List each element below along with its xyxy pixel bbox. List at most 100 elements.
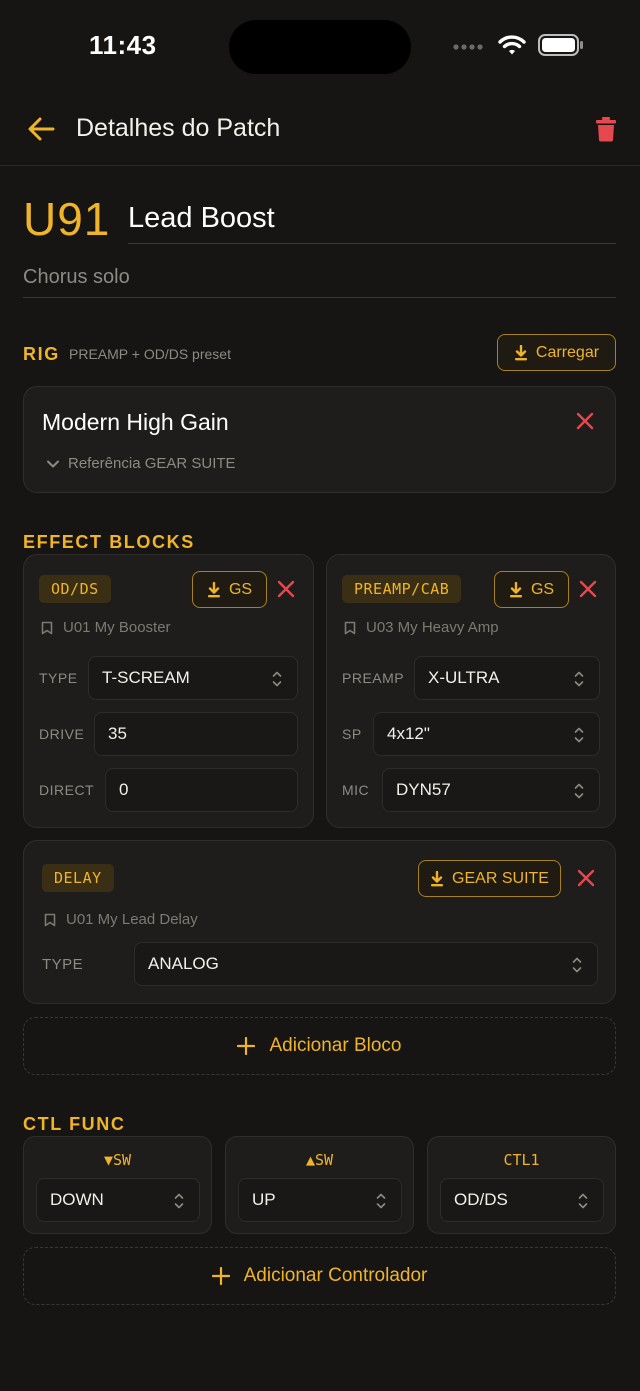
block-tag: PREAMP/CAB <box>342 575 462 603</box>
close-icon <box>277 580 295 598</box>
add-controller-label: Adicionar Controlador <box>243 1265 428 1286</box>
patch-id: U91 <box>23 193 111 245</box>
type-value: T-SCREAM <box>102 668 190 687</box>
wifi-icon <box>498 34 526 61</box>
block-tag: OD/DS <box>39 575 111 603</box>
status-bar: 11:43 <box>0 0 640 96</box>
rig-section-title: RIG <box>23 344 60 364</box>
cellular-signal-icon <box>452 38 486 56</box>
load-rig-button[interactable]: Carregar <box>497 334 616 371</box>
delay-type-value: ANALOG <box>148 954 219 973</box>
bookmark-icon <box>44 913 56 926</box>
chevron-up-down-icon <box>574 671 584 687</box>
gs-load-label: GS <box>228 580 253 598</box>
drive-value: 35 <box>108 724 127 743</box>
direct-value: 0 <box>119 780 129 799</box>
direct-input[interactable]: 0 <box>105 768 298 812</box>
block-preset-name: U01 My Lead Delay <box>66 911 198 928</box>
battery-icon <box>538 33 584 61</box>
chevron-up-down-icon <box>376 1193 386 1209</box>
rig-name: Modern High Gain <box>42 409 229 435</box>
ctl-func-title: CTL FUNC <box>23 1114 126 1134</box>
effect-block-preamp-cab: PREAMP/CAB GS U03 My Heavy Amp PREAMP X-… <box>326 554 616 828</box>
plus-icon <box>211 1267 230 1285</box>
ctl-label: ▲SW <box>305 1151 334 1169</box>
block-preset-name: U01 My Booster <box>63 619 171 636</box>
status-icons <box>452 33 584 61</box>
close-icon <box>577 869 595 887</box>
ctl-label: CTL1 <box>503 1151 540 1169</box>
delete-patch-button[interactable] <box>592 112 620 146</box>
plus-icon <box>237 1037 256 1055</box>
speaker-select[interactable]: 4x12" <box>373 712 600 756</box>
gs-load-button[interactable]: GS <box>192 571 267 608</box>
dynamic-island <box>229 20 411 74</box>
mic-value: DYN57 <box>396 780 451 799</box>
rig-reference-label: Referência GEAR SUITE <box>68 455 236 472</box>
chevron-up-down-icon <box>174 1193 184 1209</box>
chevron-up-down-icon <box>578 1193 588 1209</box>
download-icon <box>509 581 522 597</box>
ctl-down-select[interactable]: DOWN <box>36 1178 200 1222</box>
add-block-button[interactable]: Adicionar Bloco <box>23 1017 616 1075</box>
rig-reference-toggle[interactable]: Referência GEAR SUITE <box>46 455 236 472</box>
gs-load-button[interactable]: GS <box>494 571 569 608</box>
page-title: Detalhes do Patch <box>76 114 281 142</box>
speaker-value: 4x12" <box>387 724 430 743</box>
block-preset: U03 My Heavy Amp <box>344 619 499 636</box>
delay-type-select[interactable]: ANALOG <box>134 942 598 986</box>
remove-block-button[interactable] <box>574 866 598 890</box>
add-controller-button[interactable]: Adicionar Controlador <box>23 1247 616 1305</box>
gs-load-label: GS <box>530 580 555 598</box>
remove-block-button[interactable] <box>576 577 600 601</box>
ctl-up-select[interactable]: UP <box>238 1178 402 1222</box>
rig-card: Modern High Gain Referência GEAR SUITE <box>23 386 616 493</box>
chevron-up-down-icon <box>574 783 584 799</box>
gear-suite-load-button[interactable]: GEAR SUITE <box>418 860 561 897</box>
trash-icon <box>596 117 616 142</box>
chevron-up-down-icon <box>572 957 582 973</box>
block-tag: DELAY <box>42 864 114 892</box>
drive-input[interactable]: 35 <box>94 712 298 756</box>
effect-block-od-ds: OD/DS GS U01 My Booster TYPE T-SCREAM DR… <box>23 554 314 828</box>
remove-rig-button[interactable] <box>573 409 597 433</box>
field-label: DRIVE <box>39 726 85 742</box>
mic-select[interactable]: DYN57 <box>382 768 600 812</box>
ctl-card-up-sw: ▲SW UP <box>225 1136 414 1234</box>
ctl-down-value: DOWN <box>50 1190 104 1209</box>
download-icon <box>207 581 220 597</box>
status-time: 11:43 <box>89 30 157 60</box>
back-button[interactable] <box>24 112 58 146</box>
ctl-label: ▼SW <box>103 1151 132 1169</box>
remove-block-button[interactable] <box>274 577 298 601</box>
rig-section-subtitle: PREAMP + OD/DS preset <box>69 346 231 362</box>
app-header: Detalhes do Patch <box>0 96 640 166</box>
effect-block-delay: DELAY GEAR SUITE U01 My Lead Delay TYPE … <box>23 840 616 1004</box>
close-icon <box>576 412 594 430</box>
effect-blocks-title: EFFECT BLOCKS <box>23 532 195 552</box>
ctl1-select[interactable]: OD/DS <box>440 1178 604 1222</box>
gear-suite-load-label: GEAR SUITE <box>452 869 549 887</box>
block-preset: U01 My Lead Delay <box>44 911 198 928</box>
close-icon <box>579 580 597 598</box>
preamp-value: X-ULTRA <box>428 668 500 687</box>
field-label: PREAMP <box>342 670 405 686</box>
preamp-select[interactable]: X-ULTRA <box>414 656 600 700</box>
field-label: DIRECT <box>39 782 95 798</box>
patch-description-input[interactable]: Chorus solo <box>23 258 616 298</box>
ctl-card-down-sw: ▼SW DOWN <box>23 1136 212 1234</box>
block-preset-name: U03 My Heavy Amp <box>366 619 499 636</box>
chevron-up-down-icon <box>272 671 282 687</box>
arrow-left-icon <box>28 117 55 141</box>
field-label: MIC <box>342 782 370 798</box>
field-label: SP <box>342 726 362 742</box>
bookmark-icon <box>344 621 356 634</box>
type-select[interactable]: T-SCREAM <box>88 656 298 700</box>
ctl-up-value: UP <box>252 1190 276 1209</box>
field-label: TYPE <box>42 956 84 973</box>
download-icon <box>514 344 527 360</box>
add-block-label: Adicionar Bloco <box>269 1035 402 1056</box>
bookmark-icon <box>41 621 53 634</box>
ctl1-value: OD/DS <box>454 1190 508 1209</box>
patch-name-input[interactable]: Lead Boost <box>128 198 616 244</box>
